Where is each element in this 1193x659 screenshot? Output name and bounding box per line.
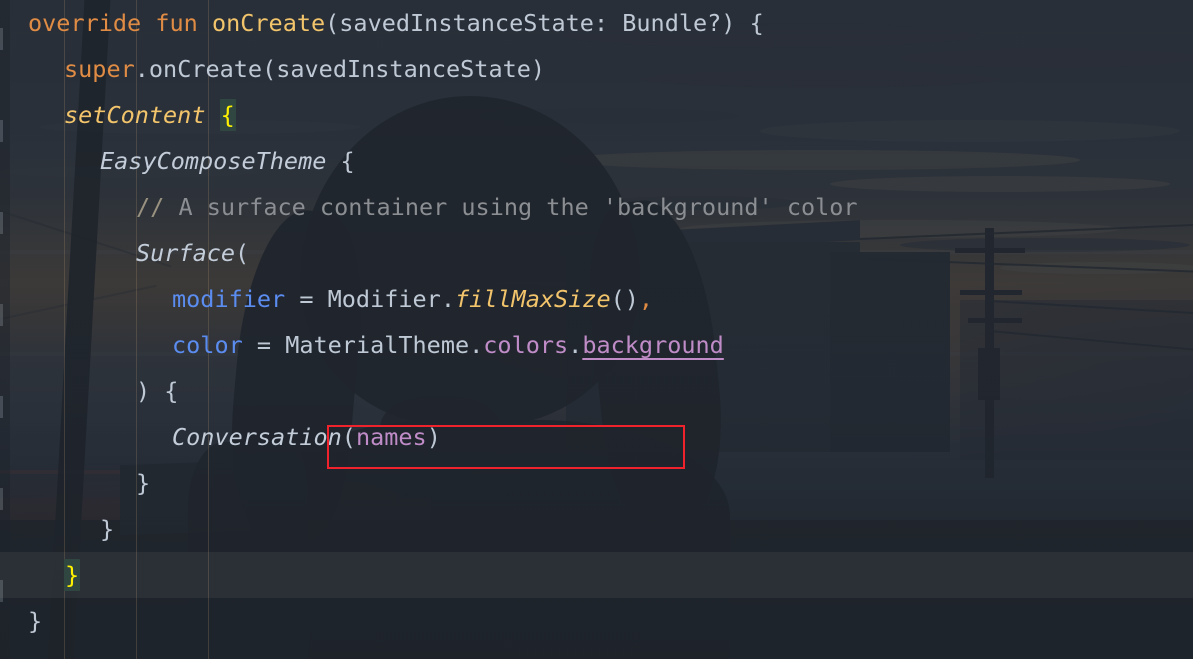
code-token-cmt: A surface container using the 'backgroun…: [164, 193, 858, 221]
code-token-plain: (savedInstanceState: Bundle?) {: [325, 9, 764, 37]
code-token-plain: = Modifier.: [285, 285, 455, 313]
code-line[interactable]: ) {: [0, 368, 1193, 414]
code-line[interactable]: EasyComposeTheme {: [0, 138, 1193, 184]
code-token-plain: = MaterialTheme.: [242, 331, 484, 359]
code-token-cmtslash: //: [136, 193, 165, 221]
code-token-ital: Conversation: [172, 423, 342, 451]
code-line[interactable]: }: [0, 598, 1193, 644]
code-token-prop: colors: [483, 331, 569, 359]
code-token-ital: EasyComposeTheme: [100, 147, 327, 175]
code-line[interactable]: override fun onCreate(savedInstanceState…: [0, 0, 1193, 46]
code-token-fnital: setContent: [64, 101, 206, 129]
code-token-prop: names: [355, 423, 427, 451]
code-line[interactable]: // A surface container using the 'backgr…: [0, 184, 1193, 230]
code-token-kw: override: [28, 9, 142, 37]
code-token-param: modifier: [172, 285, 286, 313]
code-token-plain: .onCreate(savedInstanceState): [134, 55, 546, 83]
code-token-brace-hl: }: [64, 559, 81, 591]
code-line[interactable]: Surface(: [0, 230, 1193, 276]
code-token-plain: }: [136, 469, 151, 497]
code-line[interactable]: }: [0, 506, 1193, 552]
code-line[interactable]: }: [0, 460, 1193, 506]
code-line[interactable]: modifier = Modifier.fillMaxSize(),: [0, 276, 1193, 322]
code-line[interactable]: }: [0, 552, 1193, 598]
code-line[interactable]: color = MaterialTheme.colors.background: [0, 322, 1193, 368]
code-token-kw: fun: [155, 9, 198, 37]
code-line[interactable]: super.onCreate(savedInstanceState): [0, 46, 1193, 92]
code-token-brace-hl: {: [219, 99, 236, 131]
code-line[interactable]: Conversation(names): [0, 414, 1193, 460]
code-token-plain: ): [426, 423, 441, 451]
code-token-fnital: fillMaxSize: [454, 285, 611, 313]
code-token-comma: ,: [638, 285, 654, 313]
code-token-plain: }: [28, 607, 43, 635]
code-token-plain: ) {: [136, 377, 179, 405]
code-token-fn: onCreate: [211, 9, 326, 37]
code-token-plain: }: [100, 515, 115, 543]
code-editor[interactable]: override fun onCreate(savedInstanceState…: [0, 0, 1193, 659]
code-token-plain: (: [235, 239, 250, 267]
code-token-plain: .: [568, 331, 583, 359]
code-token-plain: (: [341, 423, 356, 451]
code-content[interactable]: override fun onCreate(savedInstanceState…: [0, 0, 1193, 659]
code-line[interactable]: setContent {: [0, 92, 1193, 138]
code-token-param: color: [172, 331, 243, 359]
code-token-plain: (): [610, 285, 639, 313]
code-token-plain: {: [326, 147, 355, 175]
code-token-link: background: [582, 331, 724, 359]
code-token-ital: Surface: [136, 239, 236, 267]
code-token-kw: super: [64, 55, 135, 83]
